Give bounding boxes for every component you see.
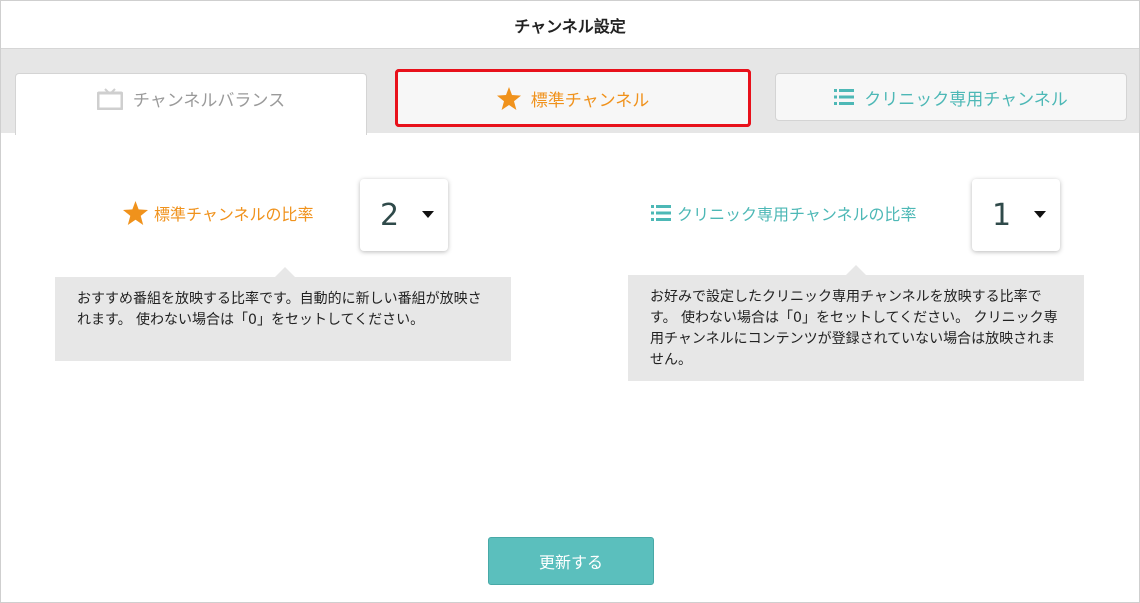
chevron-down-icon <box>1034 211 1046 218</box>
tab-bar: チャンネルバランス 標準チャンネル クリニック専用チャンネル <box>1 49 1139 135</box>
clinic-ratio-row: クリニック専用チャンネルの比率 <box>651 201 917 225</box>
tab-channel-balance[interactable]: チャンネルバランス <box>15 73 367 135</box>
tab-channel-balance-label: チャンネルバランス <box>132 91 286 111</box>
tab-clinic-channel[interactable]: クリニック専用チャンネル <box>775 73 1127 121</box>
tab-standard-channel[interactable]: 標準チャンネル <box>395 69 751 127</box>
standard-ratio-select[interactable]: 2 <box>360 179 448 251</box>
standard-ratio-help: おすすめ番組を放映する比率です。自動的に新しい番組が放映されます。 使わない場合… <box>55 267 511 361</box>
settings-window: チャンネル設定 チャンネルバランス 標準チャンネル クリニック専用チャンネル 標… <box>0 0 1140 603</box>
tab-standard-channel-label: 標準チャンネル <box>530 90 650 111</box>
standard-ratio-value: 2 <box>380 197 400 233</box>
clinic-ratio-select[interactable]: 1 <box>972 179 1060 251</box>
standard-ratio-label: 標準チャンネルの比率 <box>123 201 314 225</box>
star-icon <box>496 86 521 110</box>
tv-icon <box>96 87 123 110</box>
clinic-ratio-label: クリニック専用チャンネルの比率 <box>651 201 917 225</box>
clinic-ratio-help: お好みで設定したクリニック専用チャンネルを放映する比率です。 使わない場合は「0… <box>628 265 1084 381</box>
tab-clinic-channel-label: クリニック専用チャンネル <box>864 89 1068 110</box>
update-button[interactable]: 更新する <box>488 537 654 585</box>
page-title: チャンネル設定 <box>1 1 1139 49</box>
chevron-down-icon <box>422 211 434 218</box>
list-icon <box>834 89 855 105</box>
star-icon <box>123 201 148 225</box>
standard-ratio-row: 標準チャンネルの比率 <box>123 201 314 225</box>
clinic-ratio-label-text: クリニック専用チャンネルの比率 <box>677 205 917 224</box>
clinic-ratio-value: 1 <box>992 197 1012 233</box>
standard-ratio-label-text: 標準チャンネルの比率 <box>154 205 314 224</box>
list-icon <box>651 205 671 221</box>
